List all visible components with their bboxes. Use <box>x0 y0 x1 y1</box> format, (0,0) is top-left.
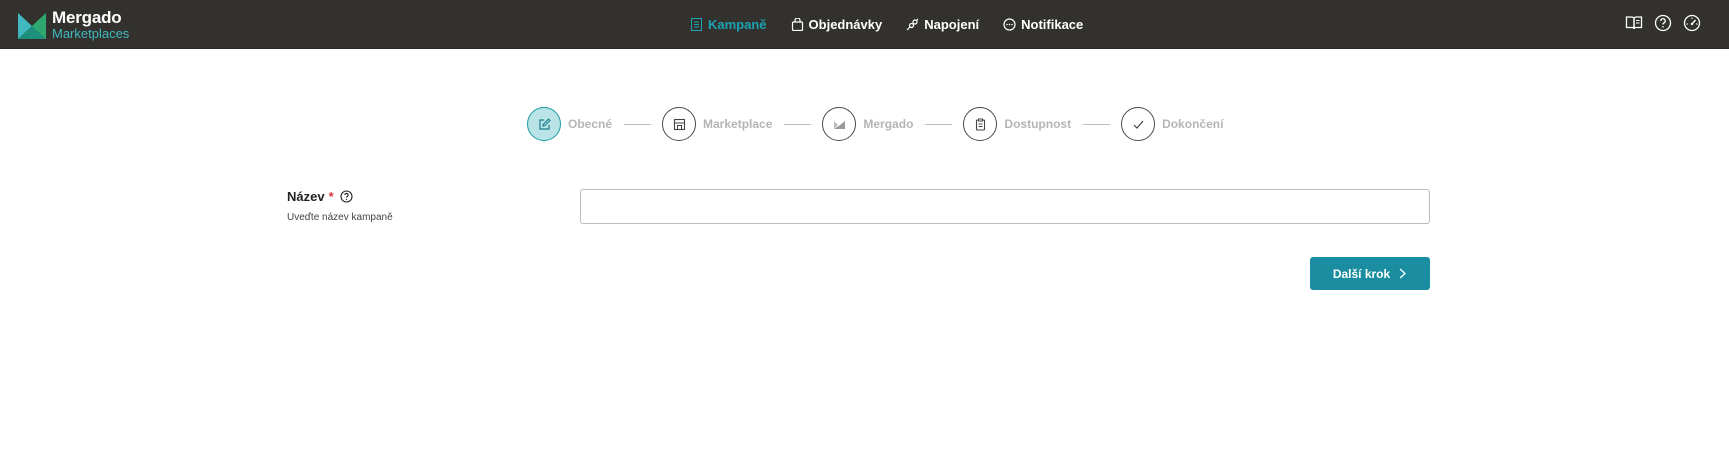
step-circle <box>963 107 998 141</box>
chat-icon <box>1003 18 1016 31</box>
next-step-label: Další krok <box>1332 266 1391 281</box>
campaign-name-input[interactable] <box>580 189 1430 224</box>
nav-label: Napojení <box>924 17 980 32</box>
step-circle <box>527 107 561 141</box>
bag-icon <box>791 18 803 31</box>
chevron-right-icon <box>1399 268 1407 279</box>
step-marketplace[interactable]: Marketplace <box>662 107 772 141</box>
nav-label: Kampaně <box>708 17 767 32</box>
mergado-logo-icon <box>18 12 46 39</box>
step-label: Dostupnost <box>1004 117 1072 131</box>
step-label: Obecné <box>568 117 613 131</box>
document-icon <box>691 18 702 31</box>
step-label: Marketplace <box>703 117 773 131</box>
step-dostupnost[interactable]: Dostupnost <box>963 107 1071 141</box>
nav-item-objednavky[interactable]: Objednávky <box>791 17 883 32</box>
step-mergado[interactable]: Mergado <box>822 107 913 141</box>
nav-item-kampane[interactable]: Kampaně <box>690 17 767 32</box>
app-logo[interactable]: Mergado Marketplaces <box>18 9 129 40</box>
wizard-stepper: Obecné Marketplace Mergado Dostupnost Do… <box>527 107 1223 141</box>
logo-title: Mergado <box>52 8 122 27</box>
check-icon <box>1133 120 1144 129</box>
nav-label: Objednávky <box>808 17 883 32</box>
edit-icon <box>538 117 551 130</box>
step-connector <box>1083 123 1111 125</box>
step-dokonceni[interactable]: Dokončení <box>1121 107 1223 141</box>
step-circle <box>1121 107 1156 141</box>
nav-label: Notifikace <box>1021 17 1084 32</box>
step-connector <box>624 123 652 125</box>
step-connector <box>784 123 812 125</box>
dashboard-icon[interactable] <box>1683 14 1701 32</box>
required-marker: * <box>328 189 334 204</box>
step-label: Dokončení <box>1162 117 1224 131</box>
step-obecne[interactable]: Obecné <box>527 107 612 141</box>
help-circle-icon[interactable] <box>340 190 353 203</box>
logo-subtitle: Marketplaces <box>52 26 130 41</box>
help-icon[interactable] <box>1654 14 1672 32</box>
step-label: Mergado <box>863 117 914 131</box>
main-nav: Kampaně Objednávky Napojení Notifikace <box>690 0 1107 49</box>
name-label-text: Název <box>287 189 325 204</box>
top-bar: Mergado Marketplaces Kampaně Objednávky <box>0 0 1729 49</box>
store-icon <box>673 118 685 130</box>
step-circle <box>662 107 697 141</box>
book-icon[interactable] <box>1625 14 1643 32</box>
mergado-icon <box>833 120 845 129</box>
next-step-button[interactable]: Další krok <box>1310 257 1430 290</box>
step-circle <box>822 107 857 141</box>
top-right-icons <box>1614 14 1701 32</box>
clipboard-icon <box>975 118 985 131</box>
nav-item-napojeni[interactable]: Napojení <box>906 17 979 32</box>
plug-icon <box>906 18 919 31</box>
step-connector <box>925 123 953 125</box>
nav-item-notifikace[interactable]: Notifikace <box>1003 17 1083 32</box>
name-form-row: Název * Uveďte název kampaně <box>287 189 1430 224</box>
